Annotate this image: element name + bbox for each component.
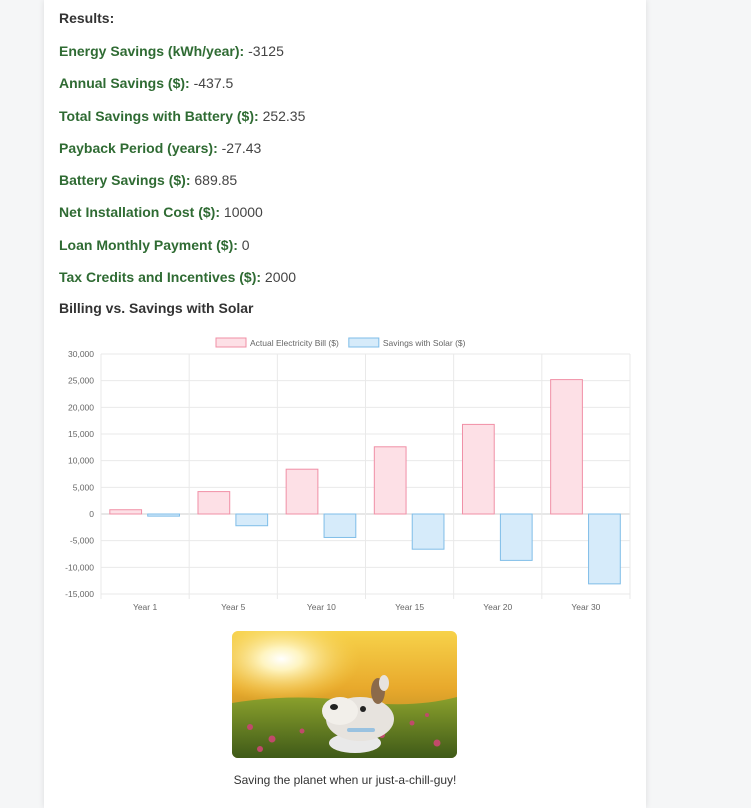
bar-electricity-bill <box>285 468 319 515</box>
result-annual-savings: Annual Savings ($): -437.5 <box>59 73 629 105</box>
bar-electricity-bill <box>550 379 583 515</box>
bar-savings-solar <box>147 513 180 517</box>
y-tick-label: -10,000 <box>65 562 94 572</box>
bar-electricity-bill <box>109 509 143 515</box>
x-tick-label: Year 10 <box>307 602 336 612</box>
result-label: Battery Savings ($): <box>59 172 191 189</box>
photo-caption: Saving the planet when ur just-a-chill-g… <box>233 773 457 787</box>
bar-savings-solar <box>323 513 357 538</box>
x-tick-label: Year 20 <box>483 602 512 612</box>
y-tick-label: 10,000 <box>68 456 94 466</box>
result-value: -27.43 <box>221 139 262 156</box>
result-value: 10000 <box>223 204 263 221</box>
y-tick-label: -5,000 <box>70 536 94 546</box>
result-value: 689.85 <box>194 172 238 189</box>
bar-electricity-bill <box>197 491 231 515</box>
result-battery-savings: Battery Savings ($): 689.85 <box>59 170 629 202</box>
y-tick-label: 15,000 <box>68 429 94 439</box>
result-net-installation-cost: Net Installation Cost ($): 10000 <box>59 202 629 234</box>
result-value: 0 <box>241 236 250 253</box>
x-tick-label: Year 5 <box>221 602 246 612</box>
y-tick-label: 20,000 <box>68 402 94 412</box>
billing-savings-chart: 30,000 25,000 20,000 15,000 10,000 5,000 0 -5,0… <box>44 330 646 615</box>
results-heading: Results: <box>59 10 115 26</box>
bar-savings-solar <box>499 513 533 561</box>
x-tick-label: Year 1 <box>133 602 158 612</box>
bar-savings-solar <box>411 513 445 550</box>
y-tick-label: 0 <box>89 509 94 519</box>
result-label: Net Installation Cost ($): <box>59 204 221 221</box>
result-value: 252.35 <box>262 107 306 124</box>
chart-title: Billing vs. Savings with Solar <box>59 300 254 316</box>
y-tick-label: 25,000 <box>68 376 94 386</box>
bar-savings-solar <box>235 513 269 527</box>
result-label: Total Savings with Battery ($): <box>59 107 259 124</box>
bar-savings-solar <box>588 513 621 585</box>
results-list: Energy Savings (kWh/year): -3125 Annual … <box>59 41 629 299</box>
result-loan-monthly-payment: Loan Monthly Payment ($): 0 <box>59 235 629 267</box>
y-tick-label: 5,000 <box>73 482 95 492</box>
y-tick-label: -15,000 <box>65 589 94 599</box>
cartoon-dog-in-field-photo <box>232 631 457 758</box>
result-tax-credits: Tax Credits and Incentives ($): 2000 <box>59 267 629 299</box>
x-tick-label: Year 30 <box>571 602 600 612</box>
legend-swatch-solar <box>348 337 380 348</box>
bar-electricity-bill <box>373 446 407 515</box>
x-tick-label: Year 15 <box>395 602 424 612</box>
photo-svg <box>232 631 457 758</box>
result-total-savings-battery: Total Savings with Battery ($): 252.35 <box>59 106 629 138</box>
legend-label: Actual Electricity Bill ($) <box>250 338 339 348</box>
result-label: Loan Monthly Payment ($): <box>59 236 238 253</box>
result-label: Energy Savings (kWh/year): <box>59 43 245 59</box>
result-value: -437.5 <box>193 75 234 92</box>
chart-svg: 30,000 25,000 20,000 15,000 10,000 5,000 0 -5,0… <box>65 337 631 612</box>
result-label: Tax Credits and Incentives ($): <box>59 269 262 286</box>
result-value: 2000 <box>264 269 297 286</box>
results-card: Results: Energy Savings (kWh/year): -312… <box>44 0 646 808</box>
result-value: -3125 <box>248 43 284 59</box>
result-payback-period: Payback Period (years): -27.43 <box>59 138 629 170</box>
result-label: Payback Period (years): <box>59 139 218 156</box>
result-label: Annual Savings ($): <box>59 75 190 92</box>
result-energy-savings: Energy Savings (kWh/year): -3125 <box>59 41 629 73</box>
y-tick-label: 30,000 <box>68 349 94 359</box>
legend-swatch-bill <box>215 337 247 348</box>
bar-electricity-bill <box>461 423 495 515</box>
legend-label: Savings with Solar ($) <box>383 338 466 348</box>
